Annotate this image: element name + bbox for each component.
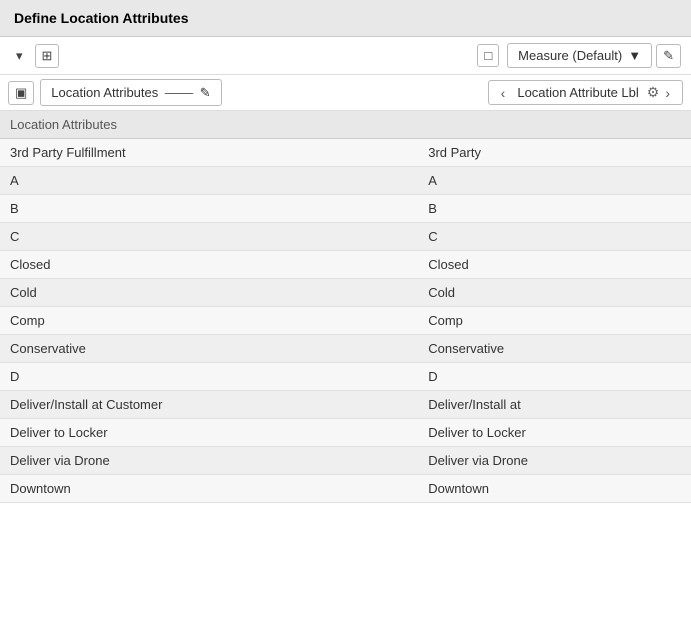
- col2-cell: Downtown: [418, 475, 691, 503]
- col1-cell: Downtown: [0, 475, 418, 503]
- col1-cell: Conservative: [0, 335, 418, 363]
- col2-cell: Closed: [418, 251, 691, 279]
- col1-cell: Closed: [0, 251, 418, 279]
- col2-cell: C: [418, 223, 691, 251]
- col1-cell: B: [0, 195, 418, 223]
- col2-cell: Comp: [418, 307, 691, 335]
- table-row[interactable]: DowntownDowntown: [0, 475, 691, 503]
- col2-cell: Deliver to Locker: [418, 419, 691, 447]
- measure-label: Measure (Default): [518, 48, 622, 63]
- table-row[interactable]: BB: [0, 195, 691, 223]
- location-attributes-table: Location Attributes 3rd Party Fulfillmen…: [0, 111, 691, 503]
- col2-cell: 3rd Party: [418, 139, 691, 167]
- table-row[interactable]: AA: [0, 167, 691, 195]
- table-row[interactable]: ClosedClosed: [0, 251, 691, 279]
- table-row[interactable]: DD: [0, 363, 691, 391]
- location-attr-label: Location Attributes: [51, 85, 158, 100]
- toolbar-right: Measure (Default) ▼ ✎: [507, 43, 681, 68]
- col2-cell: B: [418, 195, 691, 223]
- location-attr-button[interactable]: Location Attributes ⸻ ✎: [40, 79, 221, 106]
- layout-icon: ⊞: [42, 48, 53, 64]
- pencil-icon: ✎: [663, 48, 674, 64]
- title-bar: Define Location Attributes: [0, 0, 691, 37]
- col1-cell: Comp: [0, 307, 418, 335]
- columns-icon: ▣: [15, 85, 27, 101]
- col1-cell: Cold: [0, 279, 418, 307]
- table-row[interactable]: 3rd Party Fulfillment3rd Party: [0, 139, 691, 167]
- prev-button[interactable]: ‹: [497, 85, 510, 101]
- table-row[interactable]: ConservativeConservative: [0, 335, 691, 363]
- col1-header: Location Attributes: [0, 111, 418, 139]
- edit-icon: ✎: [200, 85, 211, 101]
- next-button[interactable]: ›: [661, 85, 674, 101]
- nav-label: Location Attribute Lbl: [511, 85, 644, 100]
- columns-button[interactable]: ▣: [8, 81, 34, 105]
- measure-button[interactable]: Measure (Default) ▼: [507, 43, 652, 68]
- nav-bar: ‹ Location Attribute Lbl ⚙ ›: [488, 80, 683, 105]
- col1-cell: C: [0, 223, 418, 251]
- col2-cell: Cold: [418, 279, 691, 307]
- col2-cell: Deliver via Drone: [418, 447, 691, 475]
- second-toolbar-left: ▣ Location Attributes ⸻ ✎: [8, 79, 482, 106]
- measure-edit-button[interactable]: ✎: [656, 44, 681, 68]
- page-title: Define Location Attributes: [14, 10, 189, 26]
- col1-cell: A: [0, 167, 418, 195]
- toolbar-left: ▾ ⊞ □: [10, 44, 499, 68]
- layout-button[interactable]: ⊞: [35, 44, 60, 68]
- col1-cell: Deliver/Install at Customer: [0, 391, 418, 419]
- col1-cell: Deliver via Drone: [0, 447, 418, 475]
- col1-cell: D: [0, 363, 418, 391]
- hierarchy-icon: ⸻: [164, 84, 194, 101]
- col2-cell: Deliver/Install at: [418, 391, 691, 419]
- expand-icon: ▾: [16, 48, 23, 64]
- col2-header: [418, 111, 691, 139]
- table-row[interactable]: Deliver to LockerDeliver to Locker: [0, 419, 691, 447]
- settings-icon[interactable]: ⚙: [647, 84, 660, 101]
- expand-button[interactable]: ▾: [10, 45, 29, 67]
- next-icon: ›: [665, 85, 670, 101]
- panel-icon: □: [484, 48, 492, 63]
- panel-toggle-button[interactable]: □: [477, 44, 499, 67]
- table-row[interactable]: Deliver/Install at CustomerDeliver/Insta…: [0, 391, 691, 419]
- table-wrapper: Location Attributes 3rd Party Fulfillmen…: [0, 111, 691, 598]
- col2-cell: D: [418, 363, 691, 391]
- table-row[interactable]: CC: [0, 223, 691, 251]
- table-row[interactable]: ColdCold: [0, 279, 691, 307]
- col1-cell: Deliver to Locker: [0, 419, 418, 447]
- col2-cell: A: [418, 167, 691, 195]
- prev-icon: ‹: [501, 85, 506, 101]
- table-row[interactable]: CompComp: [0, 307, 691, 335]
- top-toolbar: ▾ ⊞ □ Measure (Default) ▼ ✎: [0, 37, 691, 75]
- second-toolbar: ▣ Location Attributes ⸻ ✎ ‹ Location Att…: [0, 75, 691, 111]
- col1-cell: 3rd Party Fulfillment: [0, 139, 418, 167]
- table-row[interactable]: Deliver via DroneDeliver via Drone: [0, 447, 691, 475]
- dropdown-icon: ▼: [628, 48, 641, 63]
- col2-cell: Conservative: [418, 335, 691, 363]
